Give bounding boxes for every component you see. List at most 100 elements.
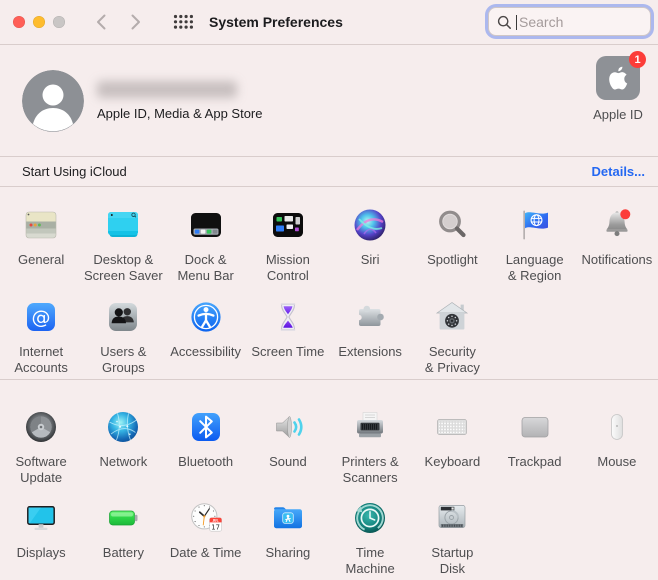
forward-icon[interactable]: [125, 12, 145, 32]
pref-label: Accessibility: [170, 344, 242, 359]
time-machine-icon: [350, 498, 390, 538]
pref-label: Internet Accounts: [14, 344, 68, 375]
pref-label: Printers & Scanners: [341, 454, 399, 485]
icloud-row: Start Using iCloud Details...: [0, 157, 658, 186]
pref-label: Sound: [269, 454, 307, 469]
software-update-icon: [21, 407, 61, 447]
security-privacy-icon: [432, 297, 472, 337]
keyboard-icon: [432, 407, 472, 447]
pref-label: General: [18, 252, 65, 267]
network-icon: [103, 407, 143, 447]
window-controls: [13, 16, 65, 28]
pref-keyboard[interactable]: Keyboard: [411, 380, 493, 489]
startup-disk-icon: [432, 498, 472, 538]
pref-label: Dock & Menu Bar: [177, 252, 234, 283]
close-window-button[interactable]: [13, 16, 25, 28]
pref-grid-row-2: @ Internet Accounts Users & Groups Acces…: [0, 294, 658, 379]
pref-label: Network: [99, 454, 148, 469]
sound-icon: [268, 407, 308, 447]
pref-label: Trackpad: [507, 454, 562, 469]
window-title: System Preferences: [209, 14, 343, 30]
mouse-icon: [597, 407, 637, 447]
pref-sharing[interactable]: Sharing: [247, 489, 329, 580]
text-caret: [516, 15, 517, 30]
pref-label: Desktop & Screen Saver: [83, 252, 163, 283]
pref-sound[interactable]: Sound: [247, 380, 329, 489]
pref-label: Keyboard: [424, 454, 481, 469]
notification-badge: 1: [629, 51, 646, 68]
pref-bluetooth[interactable]: Bluetooth: [165, 380, 247, 489]
pref-label: Displays: [16, 545, 66, 560]
pref-users-groups[interactable]: Users & Groups: [82, 294, 164, 379]
pref-label: Battery: [102, 545, 144, 560]
displays-icon: [21, 498, 61, 538]
pref-notifications[interactable]: Notifications: [576, 187, 658, 294]
icloud-label: Start Using iCloud: [22, 164, 127, 179]
search-field[interactable]: [488, 7, 651, 36]
pref-displays[interactable]: Displays: [0, 489, 82, 580]
pref-extensions[interactable]: Extensions: [329, 294, 411, 379]
account-subtitle: Apple ID, Media & App Store: [97, 105, 263, 121]
pref-time-machine[interactable]: Time Machine: [329, 489, 411, 580]
avatar: [22, 69, 84, 132]
pref-apple-id[interactable]: 1 Apple ID: [580, 51, 656, 122]
bluetooth-icon: [186, 407, 226, 447]
svg-text:@: @: [32, 307, 51, 329]
pref-general[interactable]: General: [0, 187, 82, 294]
pref-startup-disk[interactable]: Startup Disk: [411, 489, 493, 580]
pref-battery[interactable]: Battery: [82, 489, 164, 580]
pref-label: Mouse: [597, 454, 637, 469]
pref-mission-control[interactable]: Mission Control: [247, 187, 329, 294]
pref-spotlight[interactable]: Spotlight: [411, 187, 493, 294]
notifications-icon: [597, 205, 637, 245]
pref-label: Sharing: [265, 545, 311, 560]
pref-dock-menu-bar[interactable]: Dock & Menu Bar: [165, 187, 247, 294]
zoom-window-button[interactable]: [53, 16, 65, 28]
date-time-icon: JUL 17: [186, 498, 226, 538]
pref-language-region[interactable]: Language & Region: [494, 187, 576, 294]
pref-mouse[interactable]: Mouse: [576, 380, 658, 489]
pref-network[interactable]: Network: [82, 380, 164, 489]
search-input[interactable]: [489, 8, 650, 35]
pref-desktop-screen-saver[interactable]: Desktop & Screen Saver: [82, 187, 164, 294]
screen-time-icon: [268, 297, 308, 337]
minimize-window-button[interactable]: [33, 16, 45, 28]
pref-grid-row-4: Displays Battery JUL 17 Date & Time Shar…: [0, 489, 658, 580]
pref-label: Software Update: [15, 454, 67, 485]
details-link[interactable]: Details...: [592, 164, 645, 179]
pref-label: Extensions: [338, 344, 402, 359]
pref-accessibility[interactable]: Accessibility: [165, 294, 247, 379]
pref-trackpad[interactable]: Trackpad: [494, 380, 576, 489]
language-region-icon: [515, 205, 555, 245]
pref-internet-accounts[interactable]: @ Internet Accounts: [0, 294, 82, 379]
mission-control-icon: [268, 205, 308, 245]
pref-software-update[interactable]: Software Update: [0, 380, 82, 489]
pref-label: Startup Disk: [431, 545, 474, 576]
apple-id-section: Apple ID, Media & App Store 1 Apple ID: [0, 45, 658, 156]
pref-label: Time Machine: [345, 545, 395, 576]
printers-scanners-icon: [350, 407, 390, 447]
spotlight-icon: [432, 205, 472, 245]
pref-label: Language & Region: [505, 252, 564, 283]
pref-label: Date & Time: [169, 545, 242, 560]
apple-id-icon: 1: [596, 51, 646, 100]
redacted-account-name: [97, 80, 237, 98]
pref-security-privacy[interactable]: Security & Privacy: [411, 294, 493, 379]
back-icon[interactable]: [92, 12, 112, 32]
apple-id-label: Apple ID: [593, 107, 643, 122]
desktop-screen-saver-icon: [103, 205, 143, 245]
pref-printers-scanners[interactable]: Printers & Scanners: [329, 380, 411, 489]
show-all-grid-icon[interactable]: [173, 14, 194, 30]
internet-accounts-icon: @: [21, 297, 61, 337]
trackpad-icon: [515, 407, 555, 447]
battery-icon: [103, 498, 143, 538]
pref-siri[interactable]: Siri: [329, 187, 411, 294]
pref-date-time[interactable]: JUL 17 Date & Time: [165, 489, 247, 580]
pref-label: Users & Groups: [100, 344, 147, 375]
pref-screen-time[interactable]: Screen Time: [247, 294, 329, 379]
extensions-icon: [350, 297, 390, 337]
siri-icon: [350, 205, 390, 245]
pref-label: Mission Control: [265, 252, 310, 283]
pref-label: Security & Privacy: [424, 344, 480, 375]
pref-label: Siri: [360, 252, 380, 267]
